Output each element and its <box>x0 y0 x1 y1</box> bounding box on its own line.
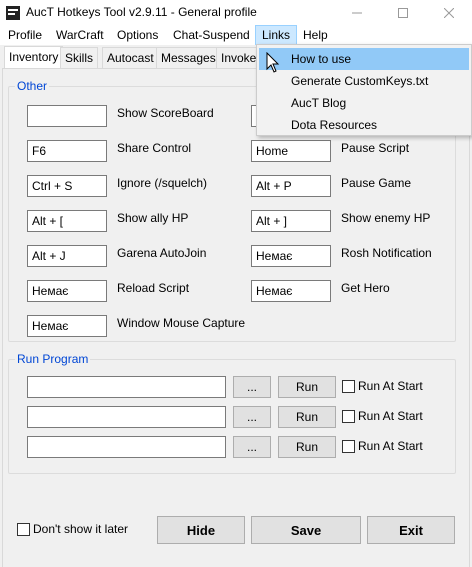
tab-messages[interactable]: Messages <box>156 47 221 69</box>
run-button-3[interactable]: Run <box>278 436 336 458</box>
tab-inventory[interactable]: Inventory <box>4 46 64 69</box>
hotkey-show-enemy-hp[interactable]: Alt + ] <box>251 210 331 232</box>
menu-bar: Profile WarCraft Options Chat-Suspend Li… <box>0 25 472 45</box>
hotkey-reload-script[interactable]: Немає <box>27 280 107 302</box>
run-at-start-label-3: Run At Start <box>358 439 423 453</box>
close-button[interactable] <box>426 0 472 25</box>
app-icon <box>5 5 21 21</box>
run-at-start-checkbox-2[interactable] <box>342 410 355 423</box>
hide-button[interactable]: Hide <box>157 516 245 544</box>
label-get-hero: Get Hero <box>341 281 390 295</box>
window-title: AucT Hotkeys Tool v2.9.11 - General prof… <box>26 5 257 19</box>
tab-skills[interactable]: Skills <box>60 47 99 69</box>
menu-item-how-to-use[interactable]: How to use <box>259 48 469 70</box>
run-button-1[interactable]: Run <box>278 376 336 398</box>
browse-button-2[interactable]: ... <box>233 406 271 428</box>
dont-show-checkbox[interactable] <box>17 523 30 536</box>
hotkey-share-control[interactable]: F6 <box>27 140 107 162</box>
menu-links[interactable]: Links <box>255 25 298 45</box>
program-path-input-3[interactable] <box>27 436 226 458</box>
title-bar: AucT Hotkeys Tool v2.9.11 - General prof… <box>0 0 472 25</box>
minimize-icon <box>352 12 362 13</box>
menu-item-dota-resources[interactable]: Dota Resources <box>259 114 469 136</box>
hotkey-garena-autojoin[interactable]: Alt + J <box>27 245 107 267</box>
run-program-legend: Run Program <box>15 352 91 366</box>
run-at-start-checkbox-1[interactable] <box>342 380 355 393</box>
hotkey-pause-game[interactable]: Alt + P <box>251 175 331 197</box>
other-group-legend: Other <box>15 79 50 93</box>
menu-warcraft[interactable]: WarCraft <box>50 25 110 45</box>
dont-show-label: Don't show it later <box>33 522 128 536</box>
run-button-2[interactable]: Run <box>278 406 336 428</box>
program-path-input-2[interactable] <box>27 406 226 428</box>
menu-chat-suspend[interactable]: Chat-Suspend <box>167 25 256 45</box>
label-ignore: Ignore (/squelch) <box>117 176 208 190</box>
browse-button-3[interactable]: ... <box>233 436 271 458</box>
mouse-cursor-icon <box>266 52 280 73</box>
hotkey-get-hero[interactable]: Немає <box>251 280 331 302</box>
maximize-button[interactable] <box>380 0 426 25</box>
menu-options[interactable]: Options <box>111 25 164 45</box>
tab-autocast[interactable]: Autocast <box>102 47 159 69</box>
hotkey-rosh-notification[interactable]: Немає <box>251 245 331 267</box>
label-garena-autojoin: Garena AutoJoin <box>117 246 207 260</box>
label-show-ally-hp: Show ally HP <box>117 211 189 225</box>
run-at-start-label-1: Run At Start <box>358 379 423 393</box>
hotkey-pause-script[interactable]: Home <box>251 140 331 162</box>
label-pause-game: Pause Game <box>341 176 412 190</box>
label-pause-script: Pause Script <box>341 141 410 155</box>
label-share-control: Share Control <box>117 141 192 155</box>
hotkey-ignore[interactable]: Ctrl + S <box>27 175 107 197</box>
menu-help[interactable]: Help <box>297 25 334 45</box>
run-at-start-checkbox-3[interactable] <box>342 440 355 453</box>
hotkey-show-ally-hp[interactable]: Alt + [ <box>27 210 107 232</box>
menu-item-auct-blog[interactable]: AucT Blog <box>259 92 469 114</box>
hotkey-show-scoreboard[interactable] <box>27 105 107 127</box>
save-button[interactable]: Save <box>251 516 361 544</box>
hotkey-window-mouse-capture[interactable]: Немає <box>27 315 107 337</box>
program-path-input-1[interactable] <box>27 376 226 398</box>
run-at-start-label-2: Run At Start <box>358 409 423 423</box>
exit-button[interactable]: Exit <box>367 516 455 544</box>
minimize-button[interactable] <box>334 0 380 25</box>
label-window-mouse-capture: Window Mouse Capture <box>117 316 246 330</box>
browse-button-1[interactable]: ... <box>233 376 271 398</box>
label-rosh-notification: Rosh Notification <box>341 246 432 260</box>
maximize-icon <box>398 7 408 18</box>
menu-profile[interactable]: Profile <box>2 25 48 45</box>
label-show-enemy-hp: Show enemy HP <box>341 211 431 225</box>
menu-item-generate-customkeys[interactable]: Generate CustomKeys.txt <box>259 70 469 92</box>
label-show-scoreboard: Show ScoreBoard <box>117 106 214 120</box>
links-dropdown-menu: How to use Generate CustomKeys.txt AucT … <box>256 44 472 136</box>
close-icon <box>444 7 454 18</box>
label-reload-script: Reload Script <box>117 281 190 295</box>
